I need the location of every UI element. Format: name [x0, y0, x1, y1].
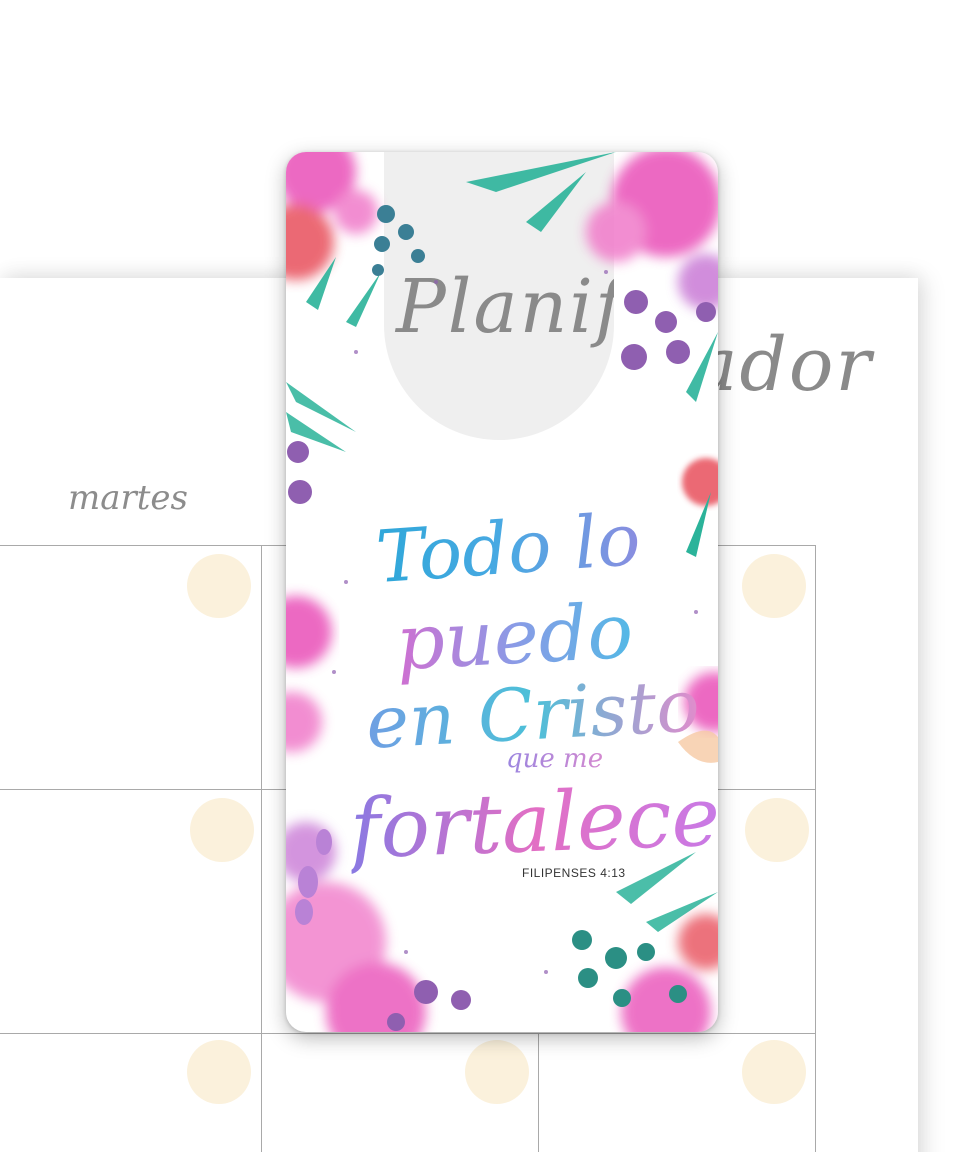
grid-dot — [190, 798, 254, 862]
grid-dot — [745, 798, 809, 862]
verse-reference: FILIPENSES 4:13 — [522, 866, 626, 880]
product-mockup: Planificador martes Planificador — [0, 0, 960, 1152]
day-label: martes — [68, 478, 188, 518]
grid-dot — [187, 1040, 251, 1104]
grid-line-v3 — [815, 545, 816, 1152]
grid-line-v2 — [538, 1033, 539, 1152]
grid-dot — [742, 554, 806, 618]
grid-line-v1 — [261, 545, 262, 1152]
bookmark-card: Planificador — [286, 152, 718, 1032]
grid-dot — [742, 1040, 806, 1104]
verse-line-4: que me — [506, 744, 604, 774]
verse-line-5: fortalece — [348, 770, 718, 878]
grid-dot — [465, 1040, 529, 1104]
grid-dot — [187, 554, 251, 618]
grid-line-h3 — [0, 1033, 816, 1034]
